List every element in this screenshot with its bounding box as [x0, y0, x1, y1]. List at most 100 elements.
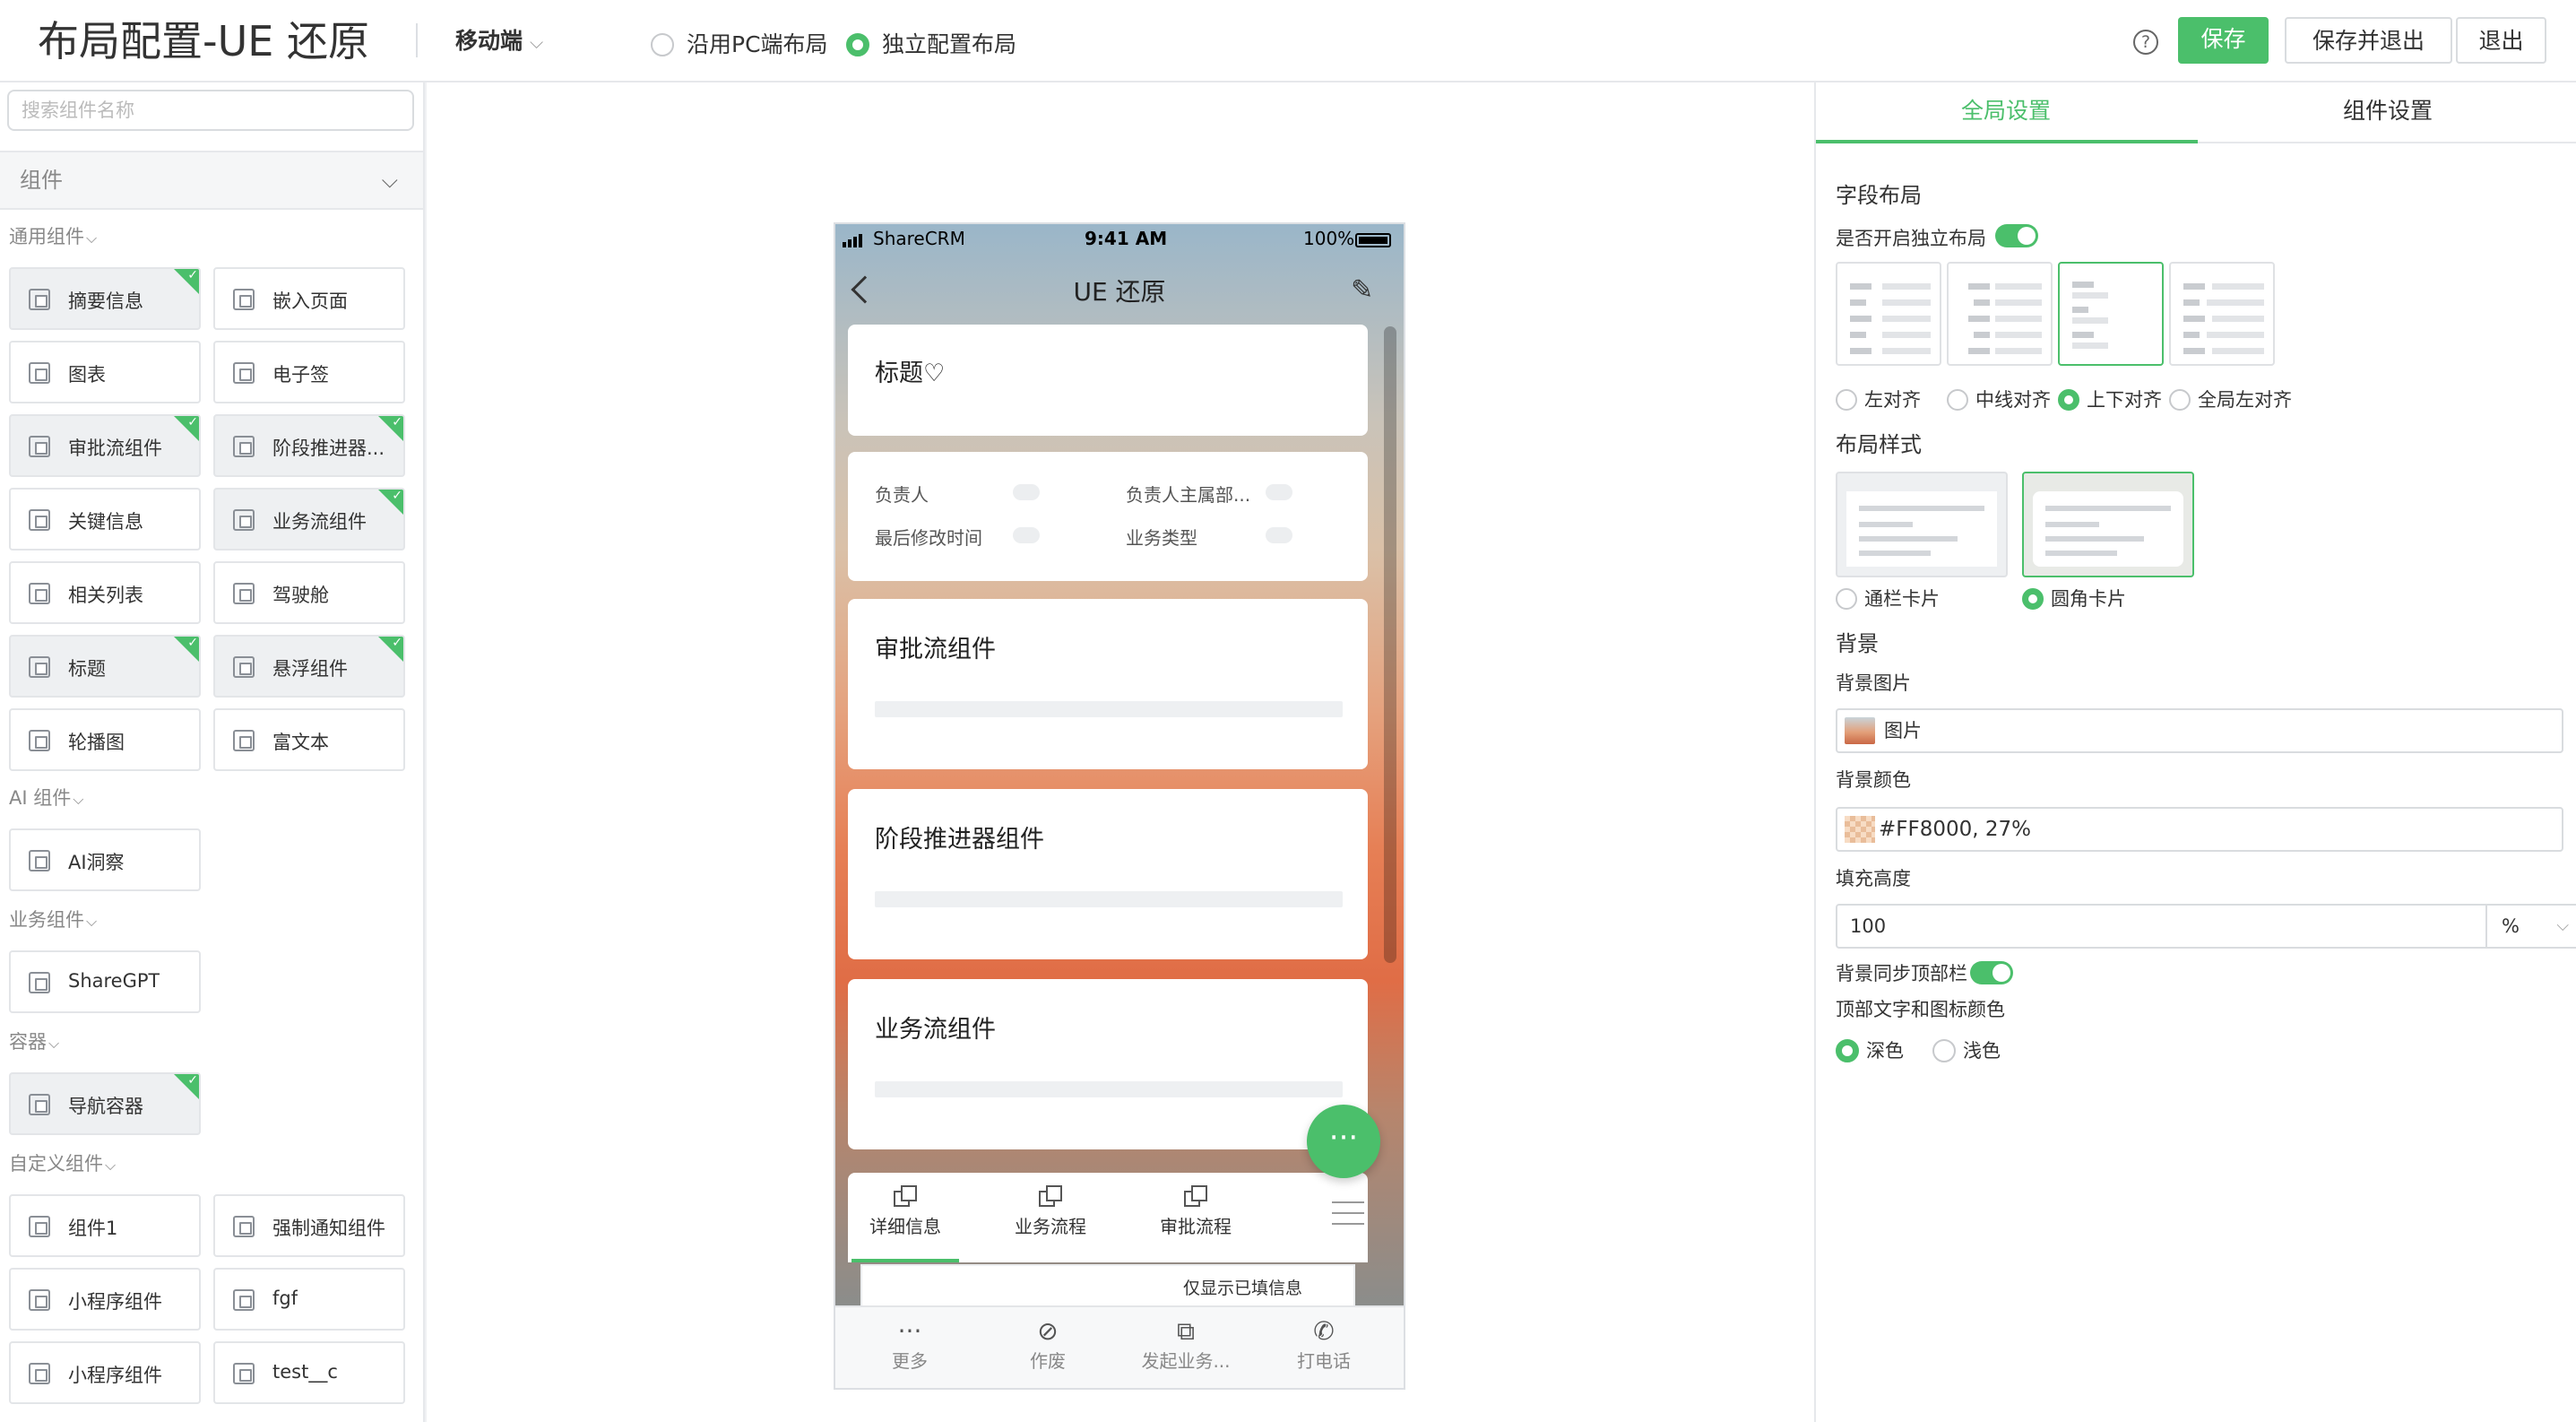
action-call[interactable]: ✆ 打电话: [1257, 1316, 1391, 1373]
menu-icon[interactable]: [1332, 1201, 1364, 1225]
align-option-center[interactable]: 中线对齐: [1947, 386, 2051, 412]
component-tile[interactable]: 小程序组件: [9, 1341, 201, 1404]
top-color-light[interactable]: 浅色: [1932, 1036, 2001, 1063]
align-option-top-bottom[interactable]: 上下对齐: [2058, 386, 2162, 412]
component-label: 审批流组件: [68, 438, 162, 459]
component-tile[interactable]: 驾驶舱: [213, 561, 405, 624]
sync-top-bar-toggle[interactable]: [1970, 961, 2013, 984]
color-swatch-icon[interactable]: [1845, 816, 1875, 843]
scrollbar[interactable]: [1384, 326, 1396, 963]
action-void[interactable]: ⊘ 作废: [981, 1316, 1115, 1373]
component-tile[interactable]: 组件1: [9, 1194, 201, 1257]
radio-icon[interactable]: [1836, 587, 1857, 610]
edit-icon[interactable]: ✎: [1351, 274, 1373, 306]
radio-icon[interactable]: [1947, 388, 1968, 411]
help-icon[interactable]: ?: [2133, 30, 2158, 55]
component-tile[interactable]: 导航容器: [9, 1072, 201, 1135]
tab-label: 详细信息: [869, 1216, 941, 1237]
align-left-thumb[interactable]: [1836, 262, 1941, 366]
radio-checked-icon[interactable]: [2022, 587, 2044, 610]
component-tile[interactable]: 关键信息: [9, 488, 201, 551]
radio-checked-icon[interactable]: [1836, 1038, 1859, 1062]
component-tile[interactable]: 业务流组件: [213, 488, 405, 551]
tab-component-settings[interactable]: 组件设置: [2198, 93, 2576, 126]
component-category-select[interactable]: 组件 ⌵: [0, 151, 423, 210]
action-launch[interactable]: ⧉ 发起业务...: [1119, 1316, 1253, 1373]
title-card[interactable]: 标题♡: [848, 325, 1368, 436]
save-button[interactable]: 保存: [2178, 17, 2269, 64]
component-tile[interactable]: test__c: [213, 1341, 405, 1404]
component-tile[interactable]: ShareGPT: [9, 950, 201, 1013]
fill-unit-select[interactable]: % ⌵: [2485, 904, 2576, 949]
save-and-exit-button[interactable]: 保存并退出: [2285, 17, 2452, 64]
align-global-left-thumb[interactable]: [2169, 262, 2275, 366]
component-search-input[interactable]: 搜索组件名称: [7, 90, 414, 131]
independent-layout-toggle[interactable]: [1995, 224, 2038, 247]
component-tile[interactable]: 摘要信息: [9, 267, 201, 330]
group-title-ai[interactable]: AI 组件 ⌵: [9, 784, 83, 811]
component-label: 轮播图: [68, 732, 125, 753]
component-icon: [29, 1216, 50, 1237]
floating-action-button[interactable]: ···: [1307, 1105, 1380, 1178]
radio-checked-icon[interactable]: [2058, 388, 2079, 411]
component-label: 图表: [68, 364, 106, 386]
component-tile[interactable]: 悬浮组件: [213, 635, 405, 698]
style-rounded-card-thumb[interactable]: [2022, 472, 2194, 577]
placeholder-bar: [875, 891, 1343, 907]
component-tile[interactable]: 审批流组件: [9, 414, 201, 477]
component-tile[interactable]: fgf: [213, 1268, 405, 1331]
align-center-thumb[interactable]: [1947, 262, 2053, 366]
tab-business-process[interactable]: 业务流程: [997, 1185, 1104, 1238]
component-icon: [29, 509, 50, 531]
component-tile[interactable]: 轮播图: [9, 708, 201, 771]
component-tile[interactable]: AI洞察: [9, 828, 201, 891]
group-title-common[interactable]: 通用组件 ⌵: [9, 222, 97, 249]
component-label: 电子签: [272, 364, 329, 386]
layout-option-pc[interactable]: 沿用PC端布局: [651, 27, 828, 59]
radio-icon[interactable]: [1836, 388, 1857, 411]
radio-icon[interactable]: [2169, 388, 2191, 411]
top-color-dark[interactable]: 深色: [1836, 1036, 1904, 1063]
tab-detail[interactable]: 详细信息: [851, 1185, 959, 1238]
style-full-width-card-thumb[interactable]: [1836, 472, 2008, 577]
group-title-custom[interactable]: 自定义组件 ⌵: [9, 1149, 116, 1176]
tab-global-settings[interactable]: 全局设置: [1816, 93, 2196, 126]
background-color-field[interactable]: #FF8000, 27%: [1836, 807, 2563, 852]
component-tile[interactable]: 强制通知组件: [213, 1194, 405, 1257]
layout-option-independent[interactable]: 独立配置布局: [846, 27, 1016, 59]
group-title-container[interactable]: 容器 ⌵: [9, 1027, 59, 1054]
component-tile[interactable]: 相关列表: [9, 561, 201, 624]
style-option-full-width[interactable]: 通栏卡片: [1836, 585, 1940, 611]
component-tile[interactable]: 富文本: [213, 708, 405, 771]
component-tile[interactable]: 小程序组件: [9, 1268, 201, 1331]
component-label: 嵌入页面: [272, 290, 348, 312]
align-top-bottom-thumb[interactable]: [2058, 262, 2164, 366]
component-tile[interactable]: 电子签: [213, 341, 405, 403]
stage-advancer-card[interactable]: 阶段推进器组件: [848, 789, 1368, 959]
page-title: 布局配置-UE 还原: [38, 17, 369, 65]
component-tile[interactable]: 标题: [9, 635, 201, 698]
style-option-rounded[interactable]: 圆角卡片: [2022, 585, 2126, 611]
align-option-global-left[interactable]: 全局左对齐: [2169, 386, 2292, 412]
radio-checked-icon[interactable]: [846, 32, 869, 56]
radio-icon[interactable]: [651, 32, 674, 56]
radio-icon[interactable]: [1932, 1038, 1956, 1062]
summary-card[interactable]: 负责人 负责人主属部... 最后修改时间 业务类型: [848, 452, 1368, 581]
image-thumbnail-icon: [1845, 717, 1875, 744]
action-more[interactable]: ··· 更多: [843, 1316, 977, 1373]
placeholder-bar: [875, 701, 1343, 717]
exit-button[interactable]: 退出: [2456, 17, 2546, 64]
business-flow-card[interactable]: 业务流组件: [848, 979, 1368, 1149]
component-tile[interactable]: 图表: [9, 341, 201, 403]
approval-flow-card[interactable]: 审批流组件: [848, 599, 1368, 769]
group-title-business[interactable]: 业务组件 ⌵: [9, 906, 97, 932]
card-title: 审批流组件: [875, 636, 996, 663]
align-option-left[interactable]: 左对齐: [1836, 386, 1921, 412]
component-tile[interactable]: 嵌入页面: [213, 267, 405, 330]
platform-dropdown[interactable]: 移动端 ⌵: [455, 23, 543, 56]
layout-option-independent-label: 独立配置布局: [882, 31, 1017, 57]
tab-approval-process[interactable]: 审批流程: [1142, 1185, 1249, 1238]
component-tile[interactable]: 阶段推进器...: [213, 414, 405, 477]
background-image-field[interactable]: 图片: [1836, 708, 2563, 753]
fill-height-input[interactable]: 100: [1836, 904, 2487, 949]
